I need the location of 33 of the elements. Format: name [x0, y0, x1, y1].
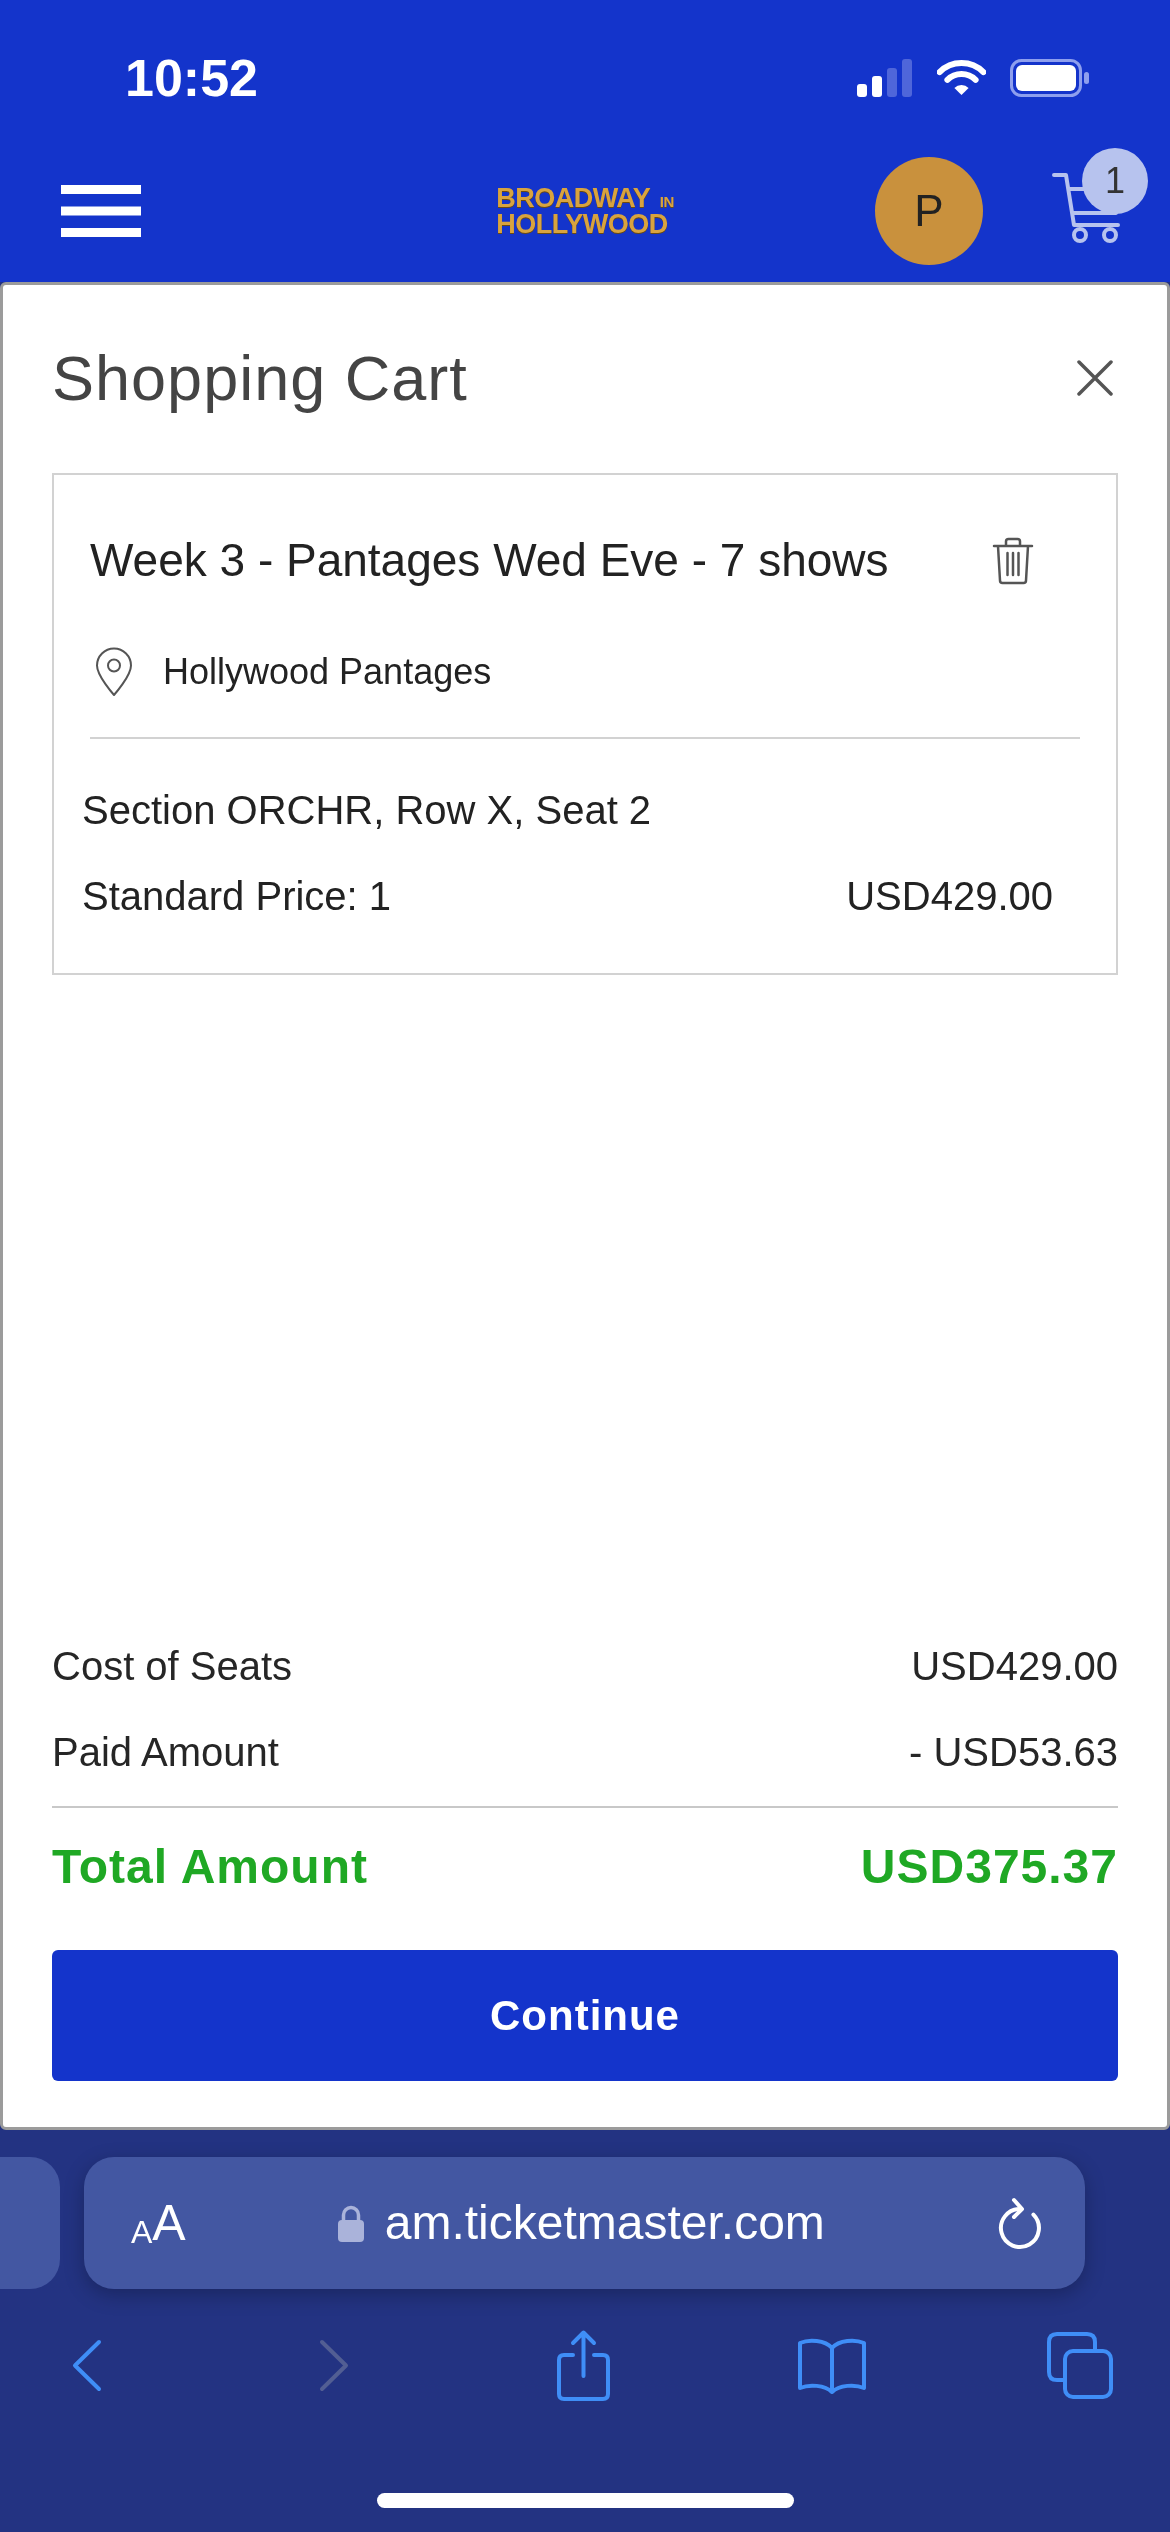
- tabs-icon[interactable]: [1047, 2331, 1114, 2399]
- reload-icon[interactable]: [997, 2195, 1043, 2251]
- address-bar[interactable]: AA am.ticketmaster.com: [84, 2157, 1085, 2289]
- price-label: Standard Price: 1: [82, 873, 392, 920]
- book-icon[interactable]: [796, 2336, 867, 2394]
- signal-icon: [857, 59, 913, 97]
- location-pin-icon: [95, 647, 133, 697]
- logo[interactable]: BROADWAY IN HOLLYWOOD: [496, 187, 674, 235]
- menu-icon[interactable]: [61, 185, 141, 237]
- panel-title: Shopping Cart: [52, 342, 468, 415]
- seat-info: Section ORCHR, Row X, Seat 2: [82, 787, 653, 834]
- close-icon[interactable]: [1077, 360, 1113, 396]
- continue-button[interactable]: Continue: [52, 1950, 1118, 2081]
- back-icon[interactable]: [70, 2338, 102, 2392]
- cart-count-badge: 1: [1082, 148, 1148, 214]
- venue-name: Hollywood Pantages: [163, 650, 492, 694]
- item-title: Week 3 - Pantages Wed Eve - 7 shows: [90, 533, 889, 588]
- price-value: USD429.00: [846, 873, 1053, 920]
- share-icon[interactable]: [554, 2328, 612, 2402]
- url-text[interactable]: am.ticketmaster.com: [384, 2196, 825, 2250]
- text-size-button[interactable]: AA: [131, 2198, 186, 2248]
- wifi-icon: [937, 60, 986, 96]
- summary-value: - USD53.63: [909, 1729, 1118, 1776]
- lock-icon: [337, 2204, 364, 2242]
- summary-label: Cost of Seats: [52, 1643, 293, 1690]
- summary-label: Paid Amount: [52, 1729, 279, 1776]
- summary-value: USD429.00: [911, 1643, 1118, 1690]
- status-time: 10:52: [125, 52, 258, 104]
- avatar[interactable]: P: [875, 157, 983, 265]
- total-value: USD375.37: [860, 1839, 1118, 1895]
- total-label: Total Amount: [52, 1839, 368, 1895]
- battery-icon: [1010, 59, 1090, 97]
- trash-icon[interactable]: [992, 536, 1034, 585]
